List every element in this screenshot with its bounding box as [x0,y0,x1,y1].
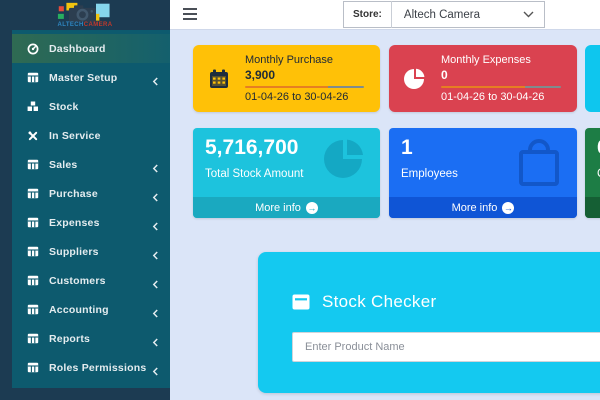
chevron-left-icon [152,160,159,178]
sidebar-item-roles-permissions[interactable]: Roles Permissions [12,353,170,382]
card-value: 0 [441,68,561,82]
card-title: Monthly Expenses [441,54,561,66]
sidebar-item-label: Suppliers [49,246,99,258]
monthly-purchase-card[interactable]: Monthly Purchase 3,900 01-04-26 to 30-04… [193,45,380,112]
card-value: 3,900 [245,68,364,82]
arrow-right-icon: → [502,202,514,214]
box-icon [292,294,310,310]
sidebar-menu: Dashboard Master Setup Stock In Servic [12,30,170,388]
employees-card: 1 Employees More info→ [389,128,577,218]
chevron-left-icon [152,189,159,207]
more-info-link[interactable]: More info→ [193,197,380,218]
main-content: Monthly Purchase 3,900 01-04-26 to 30-04… [170,30,600,400]
cubes-icon [26,101,40,112]
sidebar-item-suppliers[interactable]: Suppliers [12,237,170,266]
table-icon [26,333,40,344]
card-period: 01-04-26 to 30-04-26 [441,91,561,103]
chevron-down-icon[interactable] [523,11,544,18]
partial-card[interactable] [585,45,600,112]
stock-checker-header: Stock Checker [292,292,600,312]
sidebar-item-expenses[interactable]: Expenses [12,208,170,237]
sidebar-item-label: Dashboard [49,43,106,55]
sidebar-item-label: Reports [49,333,90,345]
sidebar-item-dashboard[interactable]: Dashboard [12,34,170,63]
store-label: Store: [344,9,391,20]
pie-chart-icon [389,67,441,91]
tools-icon [26,130,40,142]
chevron-left-icon [152,276,159,294]
stock-checker-panel: Stock Checker [258,252,600,393]
table-icon [26,275,40,286]
sidebar-item-label: Customers [49,275,106,287]
chevron-left-icon [152,73,159,91]
partial-card: 6 C More info→ [585,128,600,218]
table-icon [26,72,40,83]
progress-bar [441,86,561,88]
tachometer-icon [26,43,40,55]
table-icon [26,217,40,228]
calendar-icon [193,68,245,90]
sidebar-item-label: In Service [49,130,101,142]
more-info-link[interactable]: More info→ [389,197,577,218]
topbar: Store: Altech Camera [170,0,600,30]
stock-checker-title: Stock Checker [322,292,436,312]
pie-chart-icon [322,136,368,187]
sidebar-item-label: Sales [49,159,77,171]
sidebar-item-accounting[interactable]: Accounting [12,295,170,324]
sidebar-item-label: Accounting [49,304,109,316]
chevron-left-icon [152,305,159,323]
store-select[interactable]: Altech Camera [392,9,523,21]
chevron-left-icon [152,363,159,381]
chevron-left-icon [152,247,159,265]
sidebar-item-label: Roles Permissions [49,362,146,374]
table-icon [26,188,40,199]
table-icon [26,304,40,315]
chevron-left-icon [152,334,159,352]
progress-bar [245,86,364,88]
sidebar-item-master-setup[interactable]: Master Setup [12,63,170,92]
shopping-bag-icon [513,136,565,193]
arrow-right-icon: → [306,202,318,214]
camera-logo-icon [46,2,124,24]
table-icon [26,159,40,170]
dashboard-page: ALTECHCAMERA Dashboard Master Setup [0,0,600,400]
brand-logo[interactable]: ALTECHCAMERA [0,0,170,30]
product-name-input[interactable] [292,332,600,362]
sidebar-item-label: Stock [49,101,79,113]
sidebar-item-sales[interactable]: Sales [12,150,170,179]
chevron-left-icon [152,218,159,236]
hamburger-menu-icon[interactable] [183,8,197,23]
card-period: 01-04-26 to 30-04-26 [245,91,364,103]
sidebar-item-stock[interactable]: Stock [12,92,170,121]
sidebar-item-label: Master Setup [49,72,117,84]
brand-text: ALTECHCAMERA [57,22,112,28]
card-title: Monthly Purchase [245,54,364,66]
sidebar-item-customers[interactable]: Customers [12,266,170,295]
table-icon [26,246,40,257]
total-stock-amount-card: 5,716,700 Total Stock Amount More info→ [193,128,380,218]
sidebar-item-reports[interactable]: Reports [12,324,170,353]
table-icon [26,362,40,373]
sidebar: ALTECHCAMERA Dashboard Master Setup [0,0,170,400]
more-info-link[interactable]: More info→ [585,197,600,218]
sidebar-item-label: Purchase [49,188,98,200]
sidebar-item-label: Expenses [49,217,100,229]
sidebar-item-in-service[interactable]: In Service [12,121,170,150]
sidebar-item-purchase[interactable]: Purchase [12,179,170,208]
monthly-expenses-card[interactable]: Monthly Expenses 0 01-04-26 to 30-04-26 [389,45,577,112]
store-selector: Store: Altech Camera [343,1,545,28]
